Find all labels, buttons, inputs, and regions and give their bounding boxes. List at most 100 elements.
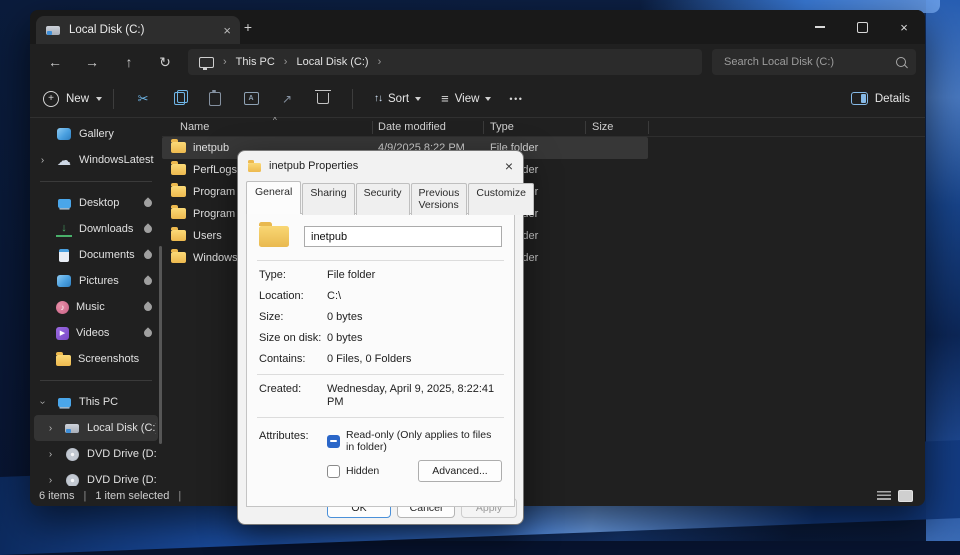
field-label: Size: bbox=[259, 311, 327, 324]
details-view-toggle[interactable] bbox=[877, 491, 891, 502]
search-box[interactable] bbox=[712, 49, 916, 75]
folder-icon-large bbox=[259, 226, 289, 247]
field-value: 0 bytes bbox=[327, 311, 502, 324]
sidebar-item-windowslatest[interactable]: › ☁ WindowsLatest bbox=[34, 147, 158, 173]
sidebar-item-label: DVD Drive (D:) C bbox=[87, 474, 156, 486]
cloud-icon: ☁ bbox=[56, 152, 72, 168]
sidebar-divider bbox=[40, 380, 152, 381]
tab-previous-versions[interactable]: Previous Versions bbox=[411, 183, 468, 215]
column-divider bbox=[483, 121, 484, 134]
sidebar-item-label: Videos bbox=[76, 327, 137, 339]
sidebar-item-music[interactable]: ♪Music bbox=[34, 294, 158, 320]
file-name: inetpub bbox=[193, 142, 229, 154]
column-header-name[interactable]: Name bbox=[180, 121, 209, 133]
pictures-icon bbox=[56, 273, 72, 289]
sidebar-item-pictures[interactable]: Pictures bbox=[34, 268, 158, 294]
search-icon bbox=[896, 57, 906, 67]
readonly-checkbox[interactable] bbox=[327, 435, 340, 448]
share-button[interactable]: ↗ bbox=[269, 84, 305, 114]
column-divider bbox=[648, 121, 649, 134]
sidebar-item-dvd-drive-d[interactable]: ›DVD Drive (D:) bbox=[34, 441, 158, 467]
cut-button[interactable]: ✂ bbox=[125, 84, 161, 114]
view-button[interactable]: ≡ View bbox=[441, 91, 491, 106]
address-bar[interactable]: ›This PC›Local Disk (C:)› bbox=[188, 49, 702, 75]
column-header-type[interactable]: Type bbox=[490, 121, 514, 133]
hidden-checkbox[interactable] bbox=[327, 465, 340, 478]
tab-general[interactable]: General bbox=[246, 181, 301, 214]
folder-icon bbox=[171, 252, 186, 263]
new-tab-button[interactable]: + bbox=[236, 15, 260, 39]
maximize-icon bbox=[857, 22, 868, 33]
field-row-contains: Contains:0 Files, 0 Folders bbox=[247, 349, 514, 370]
tab-close-button[interactable]: × bbox=[223, 24, 231, 37]
field-row-size-on-disk: Size on disk:0 bytes bbox=[247, 328, 514, 349]
sidebar-item-label: This PC bbox=[79, 396, 156, 408]
forward-button[interactable]: → bbox=[77, 44, 107, 80]
breadcrumb-this-pc[interactable]: This PC bbox=[236, 56, 275, 68]
sort-button[interactable]: ↑↓ Sort bbox=[374, 93, 421, 105]
selected-count: 1 item selected bbox=[95, 490, 169, 502]
sidebar-item-desktop[interactable]: Desktop bbox=[34, 190, 158, 216]
paste-icon bbox=[209, 92, 221, 106]
chevron-down-icon[interactable]: › bbox=[37, 396, 48, 409]
sidebar-item-label: Local Disk (C:) bbox=[87, 422, 156, 434]
sidebar-item-label: Desktop bbox=[79, 197, 137, 209]
sidebar-item-dvd-drive-d-c[interactable]: › DVD Drive (D:) C bbox=[34, 467, 158, 486]
toolbar: + New ✂ ↗ ↑↓ Sort ≡ View ••• bbox=[30, 80, 925, 118]
field-row-location: Location:C:\ bbox=[247, 286, 514, 307]
field-value: 0 Files, 0 Folders bbox=[327, 353, 502, 366]
more-options-button[interactable]: ••• bbox=[509, 94, 523, 104]
search-input[interactable] bbox=[722, 55, 896, 69]
rename-button[interactable] bbox=[233, 84, 269, 114]
sort-label: Sort bbox=[388, 93, 409, 105]
tab-security[interactable]: Security bbox=[356, 183, 410, 215]
chevron-right-icon[interactable]: › bbox=[36, 155, 49, 166]
close-button[interactable]: × bbox=[883, 10, 925, 44]
details-pane-button[interactable]: Details bbox=[851, 92, 910, 105]
copy-button[interactable] bbox=[161, 84, 197, 114]
this-pc-icon bbox=[199, 57, 214, 68]
paste-button[interactable] bbox=[197, 84, 233, 114]
maximize-button[interactable] bbox=[841, 10, 883, 44]
general-tab-page: Type:File folderLocation:C:\Size:0 bytes… bbox=[246, 213, 515, 507]
dialog-close-button[interactable]: × bbox=[505, 159, 513, 173]
breadcrumb-local-disk-c[interactable]: Local Disk (C:) bbox=[296, 56, 368, 68]
column-header-size[interactable]: Size bbox=[592, 121, 613, 133]
field-label: Size on disk: bbox=[259, 332, 327, 345]
sidebar-item-label: WindowsLatest bbox=[79, 154, 156, 166]
desktop-wallpaper: Local Disk (C:) × + × ← → ↑ ↻ › This PC › L… bbox=[0, 0, 960, 541]
delete-button[interactable] bbox=[305, 84, 341, 114]
dvd-icon bbox=[64, 472, 80, 486]
sidebar-item-downloads[interactable]: ↓Downloads bbox=[34, 216, 158, 242]
sidebar-item-local-disk-c[interactable]: › Local Disk (C:) bbox=[34, 415, 158, 441]
chevron-right-icon: › bbox=[223, 56, 227, 68]
back-button[interactable]: ← bbox=[40, 44, 70, 80]
sidebar-item-documents[interactable]: Documents bbox=[34, 242, 158, 268]
up-button[interactable]: ↑ bbox=[114, 44, 144, 80]
sidebar-item-this-pc[interactable]: › This PC bbox=[34, 389, 158, 415]
refresh-button[interactable]: ↻ bbox=[150, 44, 180, 80]
sidebar-item-screenshots[interactable]: Screenshots bbox=[34, 346, 158, 372]
tab-sharing[interactable]: Sharing bbox=[302, 183, 354, 215]
documents-icon bbox=[56, 247, 72, 263]
plus-icon: + bbox=[43, 91, 59, 107]
copy-icon bbox=[174, 92, 185, 105]
column-header-date-modified[interactable]: Date modified bbox=[378, 121, 446, 133]
sidebar-item-label: Screenshots bbox=[78, 353, 156, 365]
tab-customize[interactable]: Customize bbox=[468, 183, 534, 215]
sidebar-item-gallery[interactable]: Gallery bbox=[34, 121, 158, 147]
field-label: Contains: bbox=[259, 353, 327, 366]
chevron-right-icon[interactable]: › bbox=[44, 423, 57, 434]
icons-view-toggle[interactable] bbox=[898, 490, 913, 502]
dialog-title: inetpub Properties bbox=[269, 160, 358, 172]
sidebar-item-videos[interactable]: ▶Videos bbox=[34, 320, 158, 346]
pin-icon bbox=[142, 327, 153, 338]
new-button[interactable]: + New bbox=[43, 91, 102, 107]
explorer-tab[interactable]: Local Disk (C:) × bbox=[36, 16, 240, 44]
chevron-down-icon bbox=[485, 97, 491, 101]
advanced-button[interactable]: Advanced... bbox=[418, 460, 502, 482]
chevron-right-icon[interactable]: › bbox=[44, 475, 57, 486]
chevron-right-icon[interactable]: › bbox=[44, 449, 57, 460]
folder-name-input[interactable] bbox=[304, 226, 502, 247]
minimize-button[interactable] bbox=[799, 10, 841, 44]
